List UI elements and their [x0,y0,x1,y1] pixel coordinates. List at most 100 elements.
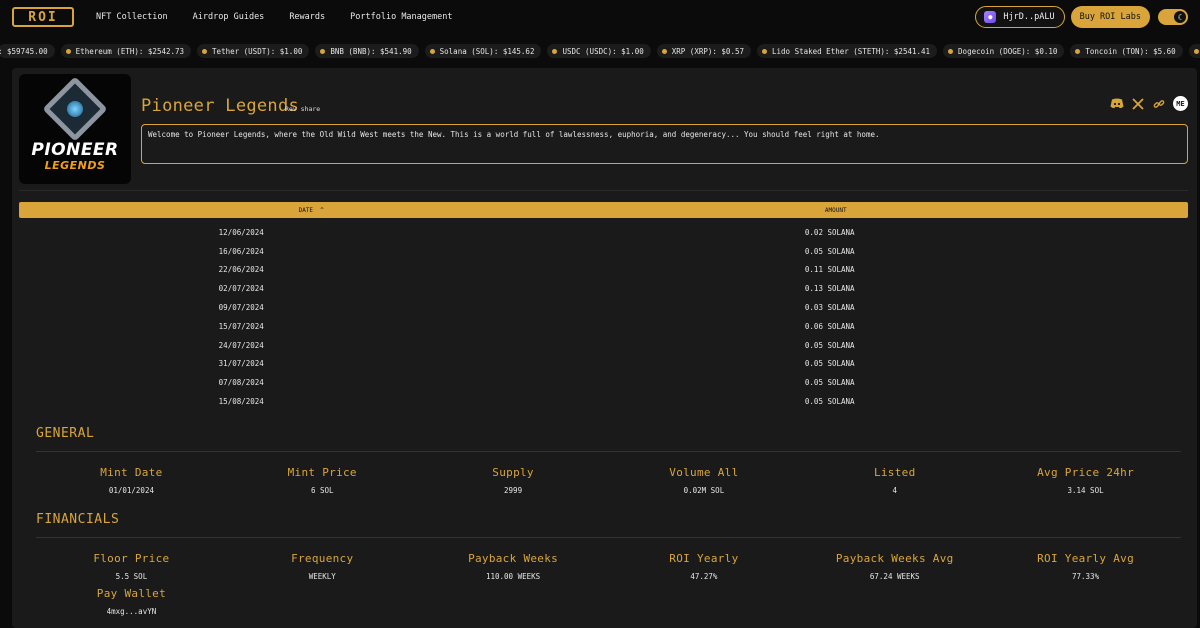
phantom-wallet-icon: ● [984,11,997,23]
stat-value: 3.14 SOL [1067,486,1104,495]
stat-label: Supply [492,466,534,479]
stat-roi-yearly: ROI Yearly 47.27% [608,552,799,581]
pay-wallet-row: Pay Wallet 4mxg...avYN [36,587,1181,616]
amount-column-header[interactable]: AMOUNT [604,207,1189,214]
stat-label: Frequency [291,552,354,565]
nav-link-rewards[interactable]: Rewards [289,12,325,22]
table-row: 24/07/2024 0.05 SOLANA [19,336,1188,355]
ticker-item: Dogecoin (DOGE): $0.10 [943,44,1065,58]
row-date: 16/06/2024 [218,246,264,256]
general-stats: Mint Date 01/01/2024 Mint Price 6 SOL Supply… [36,466,1181,495]
date-column-header[interactable]: DATE ^ [19,207,604,214]
stat-label: ROI Yearly Avg [1037,552,1135,565]
row-date: 09/07/2024 [218,303,264,313]
ticker-label: BNB (BNB): $541.90 [330,46,412,56]
top-nav: ROI NFT Collection Airdrop Guides Reward… [0,0,1200,34]
row-amount: 0.05 SOLANA [804,378,855,388]
stat-label: Mint Date [100,466,163,479]
stat-label: ROI Yearly [669,552,739,565]
stat-label: Payback Weeks Avg [835,552,954,565]
stat-payback-weeks: Payback Weeks 110.00 WEEKS [418,552,609,581]
table-row: 15/07/2024 0.06 SOLANA [19,317,1188,336]
nav-link-portfolio-management[interactable]: Portfolio Management [350,12,452,22]
coin-dot-icon [202,48,208,54]
link-icon[interactable] [1152,97,1166,111]
coin-dot-icon [1193,48,1199,54]
wallet-button[interactable]: ● HjrD..pALU [975,6,1065,28]
financials-stats: Floor Price 5.5 SOL Frequency WEEKLY Payback… [36,552,1181,581]
row-amount: 0.03 SOLANA [804,303,855,313]
ticker-item: Lido Staked Ether (STETH): $2541.41 [757,44,938,58]
table-row: 16/06/2024 0.05 SOLANA [19,242,1188,261]
stat-mint-price: Mint Price 6 SOL [227,466,418,495]
moon-icon: ☾ [1174,11,1186,23]
stat-value: WEEKLY [308,572,336,581]
coin-dot-icon [948,48,954,54]
general-section-title: GENERAL [36,426,95,441]
ticker-item: USDC (USDC): $1.00 [547,44,651,58]
coin-dot-icon [661,48,667,54]
stat-supply: Supply 2999 [418,466,609,495]
financials-section-title: FINANCIALS [36,512,120,527]
row-amount: 0.02 SOLANA [804,227,855,237]
ticker-item: Ethereum (ETH): $2542.73 [60,44,192,58]
ticker-label: XRP (XRP): $0.57 [671,46,744,56]
ticker-label: Ethereum (ETH): $2542.73 [75,46,185,56]
ticker-item: T [1188,44,1200,58]
collection-panel: PIONEER LEGENDS Pioneer Legends Rev shar… [12,68,1197,628]
stat-value: 47.27% [690,572,718,581]
ticker-label: Tether (USDT): $1.00 [212,46,303,56]
row-date: 24/07/2024 [218,340,264,350]
image-title-line2: LEGENDS [44,159,106,172]
stat-value: 4 [892,486,897,495]
price-ticker: : $59745.00 Ethereum (ETH): $2542.73 Tethe… [0,34,1200,68]
stat-mint-date: Mint Date 01/01/2024 [36,466,227,495]
stat-listed: Listed 4 [799,466,990,495]
nav-link-airdrop-guides[interactable]: Airdrop Guides [193,12,265,22]
social-links: ME [1110,96,1188,111]
coin-dot-icon [429,48,435,54]
stat-value: 5.5 SOL [115,572,148,581]
pay-wallet-stat: Pay Wallet 4mxg...avYN [36,587,227,616]
nav-links: NFT Collection Airdrop Guides Rewards Po… [96,12,478,22]
table-header: DATE ^ AMOUNT [19,202,1188,218]
stat-avg-price-24hr: Avg Price 24hr 3.14 SOL [990,466,1181,495]
rev-share-badge: Rev share [285,105,321,113]
pay-wallet-label: Pay Wallet [96,587,167,600]
stat-label: Avg Price 24hr [1037,466,1135,479]
ticker-item: Toncoin (TON): $5.60 [1070,44,1183,58]
row-date: 15/08/2024 [218,397,264,407]
x-icon[interactable] [1131,97,1145,111]
buy-roi-labs-button[interactable]: Buy ROI Labs [1070,6,1150,28]
stat-value: 110.00 WEEKS [485,572,541,581]
ticker-item: Solana (SOL): $145.62 [424,44,542,58]
ticker-item: Tether (USDT): $1.00 [197,44,310,58]
table-row: 07/08/2024 0.05 SOLANA [19,373,1188,392]
ticker-item: BNB (BNB): $541.90 [315,44,419,58]
financials-divider [36,537,1181,538]
coin-dot-icon [1075,48,1081,54]
theme-toggle[interactable]: ☾ [1158,9,1188,25]
coin-dot-icon [65,48,71,54]
row-amount: 0.06 SOLANA [804,321,855,331]
stat-value: 2999 [504,486,523,495]
row-amount: 0.05 SOLANA [804,340,855,350]
stat-value: 67.24 WEEKS [869,572,920,581]
coin-dot-icon [762,48,767,54]
pay-wallet-value[interactable]: 4mxg...avYN [36,607,227,616]
stat-label: Payback Weeks [468,552,559,565]
discord-icon[interactable] [1110,97,1124,111]
ticker-label: Lido Staked Ether (STETH): $2541.41 [772,46,931,56]
row-date: 31/07/2024 [218,359,264,369]
ticker-label: USDC (USDC): $1.00 [562,46,644,56]
table-row: 22/06/2024 0.11 SOLANA [19,261,1188,280]
magic-eden-icon[interactable]: ME [1173,96,1188,111]
stat-roi-yearly-avg: ROI Yearly Avg 77.33% [990,552,1181,581]
roi-logo[interactable]: ROI [12,7,74,27]
sort-asc-icon: ^ [320,206,324,214]
row-amount: 0.11 SOLANA [804,265,855,275]
rewards-table: 12/06/2024 0.02 SOLANA 16/06/2024 0.05 SOLA… [19,223,1188,411]
table-row: 15/08/2024 0.05 SOLANA [19,392,1188,411]
nav-link-nft-collection[interactable]: NFT Collection [96,12,168,22]
ticker-item: XRP (XRP): $0.57 [656,44,751,58]
